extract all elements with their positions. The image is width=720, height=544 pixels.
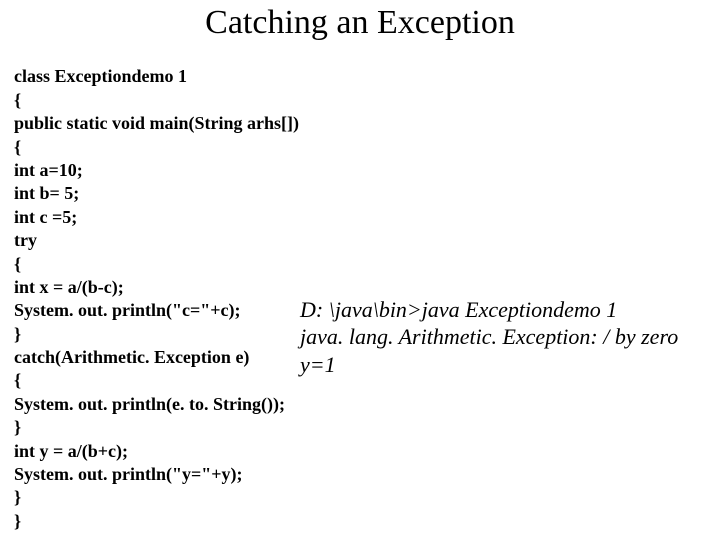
output-line: D: \java\bin>java Exceptiondemo 1 <box>300 297 617 322</box>
code-line: } <box>14 487 21 507</box>
code-line: { <box>14 137 21 157</box>
code-line: int b= 5; <box>14 183 79 203</box>
code-line: System. out. println("y="+y); <box>14 464 243 484</box>
output-block: D: \java\bin>java Exceptiondemo 1 java. … <box>300 268 678 378</box>
code-line: } <box>14 417 21 437</box>
code-line: } <box>14 324 21 344</box>
code-line: { <box>14 254 21 274</box>
code-line: { <box>14 90 21 110</box>
code-line: } <box>14 511 21 531</box>
output-line: java. lang. Arithmetic. Exception: / by … <box>300 324 678 349</box>
code-block: class Exceptiondemo 1 { public static vo… <box>14 42 299 533</box>
code-line: class Exceptiondemo 1 <box>14 66 187 86</box>
code-line: System. out. println("c="+c); <box>14 300 240 320</box>
code-line: int y = a/(b+c); <box>14 441 128 461</box>
code-line: int a=10; <box>14 160 83 180</box>
slide-title: Catching an Exception <box>0 4 720 42</box>
code-line: int x = a/(b-c); <box>14 277 124 297</box>
code-line: catch(Arithmetic. Exception e) <box>14 347 249 367</box>
code-line: { <box>14 370 21 390</box>
code-line: int c =5; <box>14 207 77 227</box>
code-line: System. out. println(e. to. String()); <box>14 394 285 414</box>
code-line: try <box>14 230 37 250</box>
output-line: y=1 <box>300 352 336 377</box>
code-line: public static void main(String arhs[]) <box>14 113 299 133</box>
